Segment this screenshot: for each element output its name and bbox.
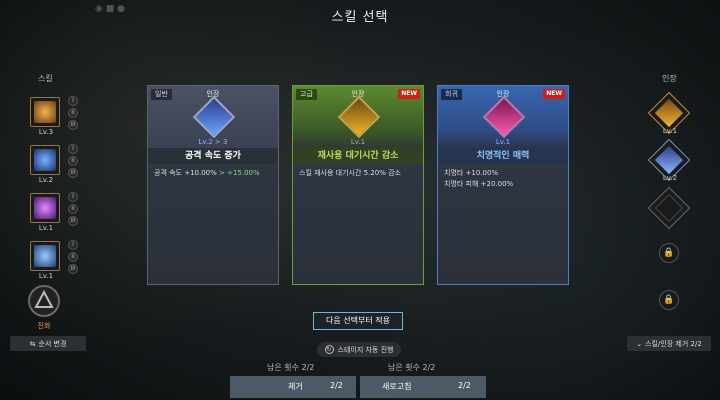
tier-marker: III <box>68 216 78 226</box>
reorder-button[interactable]: ⇆ 순서 변경 <box>10 336 86 351</box>
tier-marker: III <box>68 264 78 274</box>
skill-column-label: 스킬 <box>38 74 53 83</box>
stat-line: 스킬 재사용 대기시간 5.20% 감소 <box>299 169 401 177</box>
remove-skill-seal-label: 스킬/인장 제거 2/2 <box>645 339 702 348</box>
evolve-icon <box>34 289 54 308</box>
tier-marker: II <box>68 156 78 166</box>
refresh-remaining: 남은 횟수 2/2 <box>388 363 436 372</box>
skill-level: Lv.1 <box>38 224 54 232</box>
tier-marker: I <box>68 192 78 202</box>
skill-slot-2[interactable]: Lv.2 <box>30 145 60 184</box>
empty-slot-icon <box>654 193 684 223</box>
tier-marker: II <box>68 204 78 214</box>
refresh-button[interactable]: 새로고침 2/2 <box>360 376 486 398</box>
critical-seal-icon <box>482 95 526 139</box>
skill-card-rare[interactable]: 희귀 인장 NEW Lv.1 치명적인 매력 치명타 +10.00% 치명타 피… <box>437 85 569 285</box>
arrow-rain-icon <box>34 245 56 267</box>
tier-marker: I <box>68 240 78 250</box>
card-title: 공격 속도 증가 <box>148 148 278 164</box>
arrow-burst-icon <box>34 149 56 171</box>
tier-marker: III <box>68 168 78 178</box>
skill-card-common[interactable]: 일반 인장 Lv.2 > 3 공격 속도 증가 공격 속도 +10.00% > … <box>147 85 279 285</box>
skill-level: Lv.2 <box>38 176 54 184</box>
skill-card-advanced[interactable]: 고급 인장 NEW Lv.1 재사용 대기시간 감소 스킬 재사용 대기시간 5… <box>292 85 424 285</box>
refresh-count: 2/2 <box>458 381 471 390</box>
refresh-cycle-icon: ↻ <box>324 345 334 354</box>
bow-skill-icon <box>34 101 56 123</box>
card-level: Lv.1 <box>350 138 366 146</box>
skill-level: Lv.3 <box>38 128 54 136</box>
auto-stage-toggle[interactable]: ↻ 스테이지 자동 진행 <box>317 342 401 357</box>
lock-icon: 🔒 <box>659 243 679 263</box>
reorder-label: 순서 변경 <box>38 339 67 348</box>
new-badge: NEW <box>398 89 420 99</box>
card-description: 스킬 재사용 대기시간 5.20% 감소 <box>293 164 423 183</box>
seal-level: Lv.1 <box>662 127 678 135</box>
remove-button[interactable]: 제거 2/2 <box>230 376 356 398</box>
tier-marker: II <box>68 108 78 118</box>
card-title: 재사용 대기시간 감소 <box>293 148 423 164</box>
stat-upgrade: > +15.00% <box>216 169 260 177</box>
speed-seal-icon <box>654 98 684 128</box>
crossbow-purple-icon <box>34 197 56 219</box>
auto-stage-label: 스테이지 자동 진행 <box>337 345 394 354</box>
evolve-label: 진화 <box>37 322 51 330</box>
tier-marker: I <box>68 96 78 106</box>
blue-crystal-seal-icon <box>654 145 684 175</box>
skill-slot-4[interactable]: Lv.1 <box>30 241 60 280</box>
card-title: 치명적인 매력 <box>438 148 568 164</box>
skill-slot-3[interactable]: Lv.1 <box>30 193 60 232</box>
card-description: 공격 속도 +10.00% > +15.00% <box>148 164 278 183</box>
card-level: Lv.2 > 3 <box>198 138 228 146</box>
remove-label: 제거 <box>288 382 303 391</box>
card-level: Lv.1 <box>495 138 511 146</box>
skill-level: Lv.1 <box>38 272 54 280</box>
stat-line: 공격 속도 +10.00% <box>154 169 217 177</box>
apply-next-selection-button[interactable]: 다음 선택부터 적용 <box>313 312 403 330</box>
refresh-label: 새로고침 <box>382 382 412 391</box>
cooldown-seal-icon <box>337 95 381 139</box>
lock-icon: 🔒 <box>659 290 679 310</box>
card-description: 치명타 +10.00% 치명타 피해 +20.00% <box>438 164 568 194</box>
remove-count: 2/2 <box>330 381 343 390</box>
skill-slot-1[interactable]: Lv.3 <box>30 97 60 136</box>
stat-line: 치명타 +10.00% <box>444 169 499 177</box>
stat-line: 치명타 피해 +20.00% <box>444 180 514 188</box>
seal-column-label: 인장 <box>662 74 677 83</box>
evolve-button[interactable] <box>28 285 60 317</box>
swap-icon: ⇆ <box>29 339 36 348</box>
tier-marker: I <box>68 144 78 154</box>
seal-level: Lv.2 <box>662 174 678 182</box>
remove-remaining: 남은 횟수 2/2 <box>267 363 315 372</box>
new-badge: NEW <box>543 89 565 99</box>
tier-marker: III <box>68 120 78 130</box>
remove-skill-seal-button[interactable]: ⌄ 스킬/인장 제거 2/2 <box>627 336 711 351</box>
tier-marker: II <box>68 252 78 262</box>
attack-speed-seal-icon <box>192 95 236 139</box>
chevron-down-icon: ⌄ <box>636 339 643 348</box>
page-title: 스킬 선택 <box>331 10 389 25</box>
